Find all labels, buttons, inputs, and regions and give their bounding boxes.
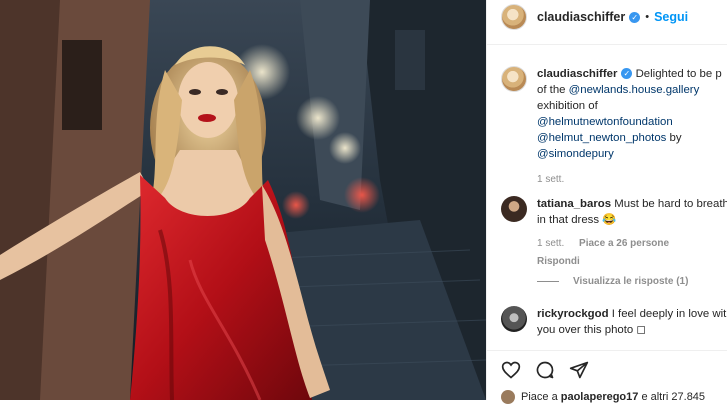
caption-part-1: of the <box>537 84 569 96</box>
post-header: claudiaschiffer ✓ • Segui <box>487 0 727 34</box>
actions-divider <box>487 350 727 351</box>
comment-text: rickyrockgod I feel deeply in love with … <box>537 306 727 338</box>
author-username[interactable]: claudiaschiffer <box>537 10 625 24</box>
caption-verified-icon: ✓ <box>621 68 633 80</box>
photo-illustration <box>0 0 486 400</box>
caption-part-6: by <box>666 132 682 144</box>
action-bar <box>501 360 589 380</box>
comment-icon[interactable] <box>535 360 555 380</box>
view-replies-button[interactable]: Visualizza le risposte (1) <box>537 276 688 287</box>
commenter-username[interactable]: tatiana_baros <box>537 198 611 210</box>
header-separator: • <box>645 11 650 23</box>
caption-avatar[interactable] <box>501 66 527 92</box>
comment-text: tatiana_baros Must be hard to breathe in… <box>537 196 727 270</box>
author-avatar[interactable] <box>501 4 527 30</box>
likes-summary[interactable]: Piace a paolaperego17 e altri 27.845 <box>501 390 705 404</box>
instagram-post-modal: claudiaschiffer ✓ • Segui claudiaschiffe… <box>0 0 727 404</box>
commenter-avatar[interactable] <box>501 306 527 332</box>
follow-button[interactable]: Segui <box>654 10 688 24</box>
liker-avatar <box>501 390 515 404</box>
mention-simondepury[interactable]: @simondepury <box>537 148 614 160</box>
likes-prefix: Piace a <box>521 390 561 403</box>
comment-item: rickyrockgod I feel deeply in love with … <box>501 306 727 338</box>
caption-part-3: exhibition of <box>537 100 598 112</box>
comment-time[interactable]: 1 sett. <box>537 238 564 249</box>
commenter-username[interactable]: rickyrockgod <box>537 308 609 320</box>
heart-icon[interactable] <box>501 360 521 380</box>
caption-time[interactable]: 1 sett. <box>537 174 564 185</box>
likes-suffix: e altri 27.845 <box>638 390 706 403</box>
mention-helmut-newton-photos[interactable]: @helmut_newton_photos <box>537 132 666 144</box>
comment-likes[interactable]: Piace a 26 persone <box>579 238 669 249</box>
commenter-avatar[interactable] <box>501 196 527 222</box>
caption-text: claudiaschiffer ✓ Delighted to be p of th… <box>537 66 727 188</box>
view-replies-label: Visualizza le risposte (1) <box>573 276 689 287</box>
caption-part-0: Delighted to be p <box>632 68 722 80</box>
paper-plane-icon[interactable] <box>569 360 589 380</box>
mention-newlands[interactable]: @newlands.house.gallery <box>569 84 700 96</box>
reply-button[interactable]: Rispondi <box>537 254 727 270</box>
comment-item: tatiana_baros Must be hard to breathe in… <box>501 196 727 270</box>
verified-check-icon: ✓ <box>629 11 641 23</box>
header-divider <box>487 44 727 45</box>
replies-line <box>537 281 559 282</box>
caption: claudiaschiffer ✓ Delighted to be p of th… <box>501 66 727 188</box>
post-sidebar: claudiaschiffer ✓ • Segui claudiaschiffe… <box>486 0 727 404</box>
caption-username[interactable]: claudiaschiffer <box>537 68 617 80</box>
liker-username[interactable]: paolaperego17 <box>561 391 639 403</box>
mention-helmutnewtonfoundation[interactable]: @helmutnewtonfoundation <box>537 116 673 128</box>
post-photo[interactable] <box>0 0 486 400</box>
